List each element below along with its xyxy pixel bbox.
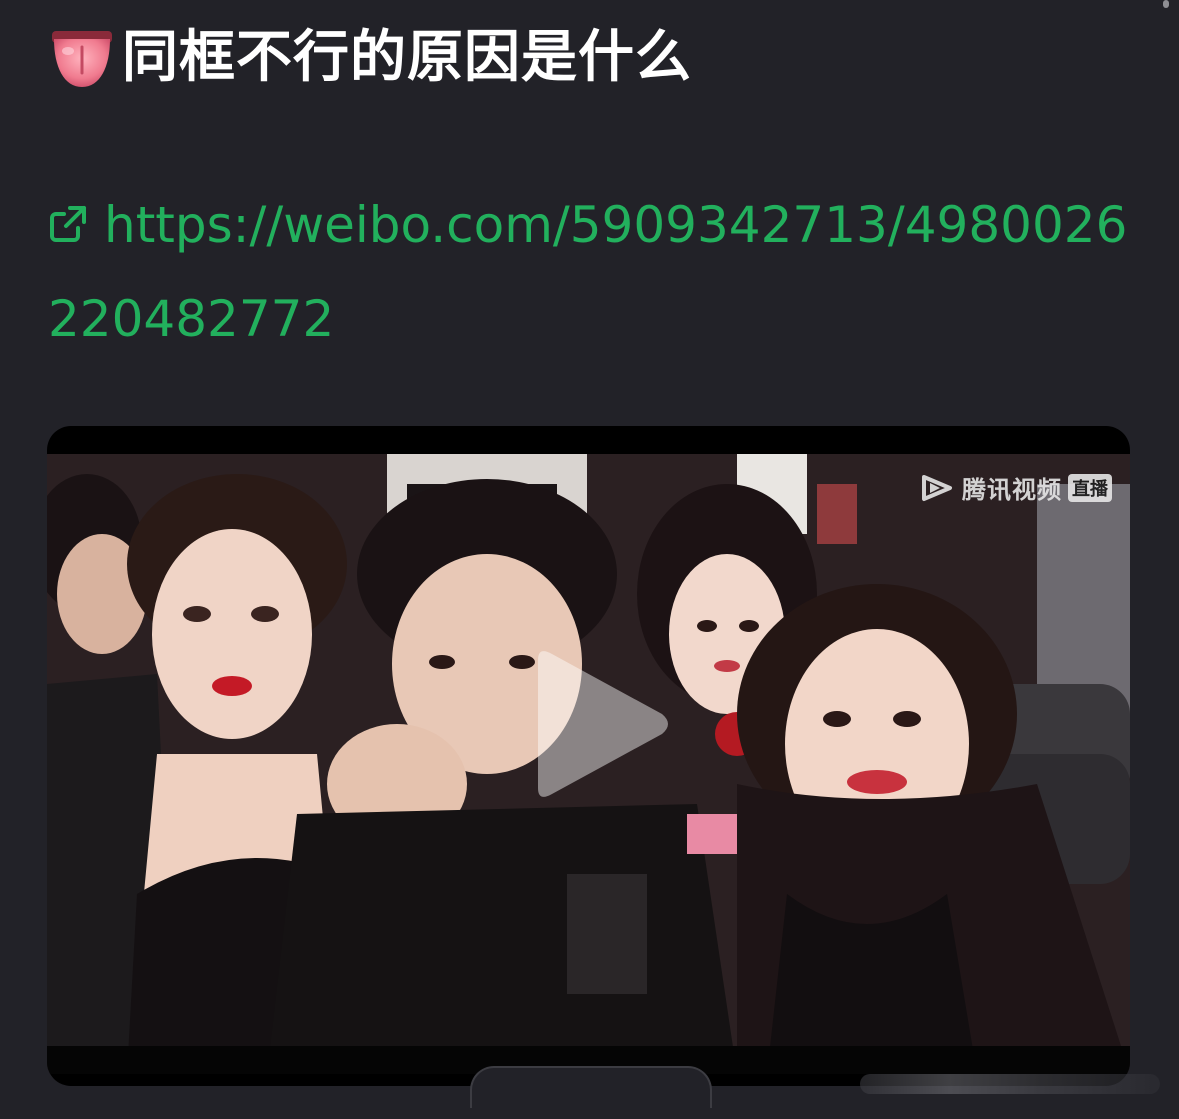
video-card[interactable]: 腾讯视频 直播 [47, 426, 1130, 1086]
scroll-indicator[interactable] [1163, 0, 1169, 8]
blurred-bottom-content [860, 1074, 1160, 1094]
weibo-link[interactable]: https://weibo.com/5909342713/49800262204… [48, 178, 1128, 366]
play-icon[interactable] [524, 644, 674, 804]
post-title-row: 同框不行的原因是什么 [50, 22, 692, 94]
watermark-brand: 腾讯视频 [962, 476, 1062, 504]
post-title: 同框不行的原因是什么 [122, 25, 692, 90]
bottom-handle[interactable] [470, 1066, 712, 1108]
weibo-link-text[interactable]: https://weibo.com/5909342713/49800262204… [48, 196, 1127, 348]
tencent-video-watermark: 腾讯视频 直播 [918, 470, 1112, 505]
external-link-icon [50, 206, 86, 242]
tencent-video-logo-icon [922, 474, 952, 501]
watermark-badge: 直播 [1068, 473, 1112, 502]
tongue-emoji-icon [52, 31, 112, 87]
